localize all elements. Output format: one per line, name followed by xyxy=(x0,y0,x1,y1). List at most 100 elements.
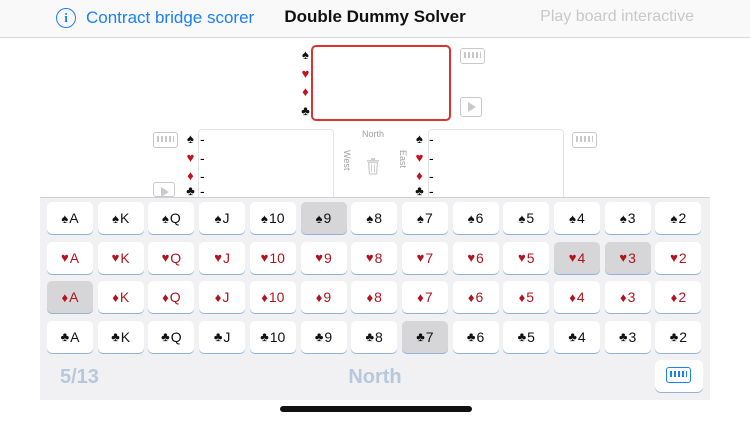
keyboard-toggle-button[interactable] xyxy=(655,360,703,392)
card-key-rank: 10 xyxy=(269,328,286,345)
card-key-hearts-4[interactable]: ♥ 4 xyxy=(554,241,600,274)
hearts-suit-icon: ♥ xyxy=(416,250,425,265)
diamonds-suit-icon: ♦ xyxy=(619,289,627,305)
card-key-diamonds-j[interactable]: ♦ J xyxy=(199,281,246,313)
card-key-rank: A xyxy=(69,249,80,266)
nav-bar: i Contract bridge scorer Double Dummy So… xyxy=(0,0,750,38)
spades-suit-icon: ♠ xyxy=(214,210,222,226)
hearts-suit-icon: ♥ xyxy=(467,250,476,265)
card-key-spades-10[interactable]: ♠ 10 xyxy=(249,202,296,234)
card-key-spades-5[interactable]: ♠ 5 xyxy=(503,202,550,234)
west-hand[interactable]: ♠ - ♥ - ♦ - ♣ - xyxy=(184,130,205,195)
card-key-spades-4[interactable]: ♠ 4 xyxy=(554,202,600,234)
card-key-rank: 8 xyxy=(374,210,383,226)
card-key-rank: 9 xyxy=(324,328,333,345)
card-key-rank: 3 xyxy=(627,210,636,226)
card-key-hearts-a[interactable]: ♥ A xyxy=(47,241,93,274)
card-key-clubs-j[interactable]: ♣ J xyxy=(199,320,246,353)
west-spades: - xyxy=(200,131,205,148)
card-key-hearts-j[interactable]: ♥ J xyxy=(199,241,246,274)
keyboard-icon[interactable] xyxy=(460,48,485,64)
card-key-spades-9[interactable]: ♠ 9 xyxy=(300,202,347,234)
card-key-rank: K xyxy=(120,328,131,345)
card-key-diamonds-7[interactable]: ♦ 7 xyxy=(401,281,448,313)
card-key-diamonds-a[interactable]: ♦ A xyxy=(47,281,93,313)
card-key-spades-6[interactable]: ♠ 6 xyxy=(452,202,499,234)
card-key-clubs-10[interactable]: ♣ 10 xyxy=(249,320,296,353)
card-key-hearts-3[interactable]: ♥ 3 xyxy=(604,241,651,274)
card-key-spades-2[interactable]: ♠ 2 xyxy=(655,202,702,234)
card-key-diamonds-8[interactable]: ♦ 8 xyxy=(351,281,398,313)
card-key-clubs-5[interactable]: ♣ 5 xyxy=(503,320,550,353)
clubs-suit-icon: ♣ xyxy=(568,329,577,344)
card-key-hearts-8[interactable]: ♥ 8 xyxy=(351,241,398,274)
diamonds-suit-icon: ♦ xyxy=(467,289,475,305)
diamonds-suit-icon: ♦ xyxy=(214,289,222,305)
card-key-hearts-10[interactable]: ♥ 10 xyxy=(249,241,296,274)
info-icon[interactable]: i xyxy=(56,8,76,28)
card-key-spades-a[interactable]: ♠ A xyxy=(47,202,93,234)
clubs-suit-icon: ♣ xyxy=(466,329,476,344)
card-key-diamonds-3[interactable]: ♦ 3 xyxy=(604,281,651,313)
home-indicator[interactable] xyxy=(280,406,472,412)
east-hand[interactable]: ♠ - ♥ - ♦ - ♣ - xyxy=(413,130,433,195)
card-key-rank: 7 xyxy=(424,289,433,305)
card-key-rank: Q xyxy=(169,210,181,226)
card-key-clubs-8[interactable]: ♣ 8 xyxy=(351,320,398,353)
card-key-rank: 4 xyxy=(577,328,586,345)
card-key-spades-j[interactable]: ♠ J xyxy=(199,202,246,234)
card-key-hearts-7[interactable]: ♥ 7 xyxy=(401,241,448,274)
card-key-diamonds-2[interactable]: ♦ 2 xyxy=(655,281,702,313)
card-key-clubs-a[interactable]: ♣ A xyxy=(47,320,93,353)
spades-suit-icon: ♠ xyxy=(366,210,374,226)
north-hand-box[interactable] xyxy=(311,45,451,121)
card-key-diamonds-4[interactable]: ♦ 4 xyxy=(554,281,600,313)
west-hand-box[interactable] xyxy=(198,129,334,199)
card-key-diamonds-6[interactable]: ♦ 6 xyxy=(452,281,499,313)
keyboard-icon[interactable] xyxy=(153,132,178,148)
card-key-hearts-q[interactable]: ♥ Q xyxy=(148,241,195,274)
hearts-suit-icon: ♥ xyxy=(60,250,69,265)
card-key-diamonds-k[interactable]: ♦ K xyxy=(97,281,144,313)
card-key-diamonds-9[interactable]: ♦ 9 xyxy=(300,281,347,313)
card-key-hearts-k[interactable]: ♥ K xyxy=(97,241,144,274)
card-key-clubs-3[interactable]: ♣ 3 xyxy=(604,320,651,353)
card-key-diamonds-5[interactable]: ♦ 5 xyxy=(503,281,550,313)
card-key-clubs-2[interactable]: ♣ 2 xyxy=(655,320,702,353)
card-key-clubs-9[interactable]: ♣ 9 xyxy=(300,320,347,353)
play-icon[interactable] xyxy=(460,97,482,117)
card-key-spades-7[interactable]: ♠ 7 xyxy=(401,202,448,234)
card-key-diamonds-10[interactable]: ♦ 10 xyxy=(249,281,296,313)
card-key-hearts-5[interactable]: ♥ 5 xyxy=(503,241,550,274)
play-icon[interactable] xyxy=(153,182,175,197)
card-key-clubs-4[interactable]: ♣ 4 xyxy=(554,320,600,353)
card-key-rank: 8 xyxy=(374,249,383,266)
card-key-hearts-2[interactable]: ♥ 2 xyxy=(655,241,702,274)
diamonds-suit-icon: ♦ xyxy=(670,289,678,305)
heart-suit-icon: ♥ xyxy=(415,149,424,165)
keyboard-icon[interactable] xyxy=(572,132,597,148)
card-key-clubs-7[interactable]: ♣ 7 xyxy=(401,320,448,353)
scorer-link[interactable]: i Contract bridge scorer xyxy=(56,6,254,30)
card-key-clubs-q[interactable]: ♣ Q xyxy=(148,320,195,353)
card-key-clubs-k[interactable]: ♣ K xyxy=(97,320,144,353)
card-key-rank: 3 xyxy=(628,328,637,345)
card-key-rank: K xyxy=(119,289,130,305)
card-key-spades-3[interactable]: ♠ 3 xyxy=(604,202,651,234)
diamonds-suit-icon: ♦ xyxy=(261,289,268,305)
card-key-spades-k[interactable]: ♠ K xyxy=(97,202,144,234)
play-board-link[interactable]: Play board interactive xyxy=(540,8,694,26)
card-key-rank: 5 xyxy=(526,249,535,266)
card-key-hearts-9[interactable]: ♥ 9 xyxy=(300,241,347,274)
east-hand-box[interactable] xyxy=(428,129,564,199)
card-key-rank: 6 xyxy=(475,210,484,226)
card-key-diamonds-q[interactable]: ♦ Q xyxy=(148,281,195,313)
card-key-clubs-6[interactable]: ♣ 6 xyxy=(452,320,499,353)
card-key-spades-8[interactable]: ♠ 8 xyxy=(351,202,398,234)
trash-icon[interactable] xyxy=(366,158,380,175)
clubs-suit-icon: ♣ xyxy=(669,329,679,344)
scorer-link-label[interactable]: Contract bridge scorer xyxy=(86,8,254,28)
compass-east-label: East xyxy=(398,150,408,169)
card-key-hearts-6[interactable]: ♥ 6 xyxy=(452,241,499,274)
card-key-spades-q[interactable]: ♠ Q xyxy=(148,202,195,234)
